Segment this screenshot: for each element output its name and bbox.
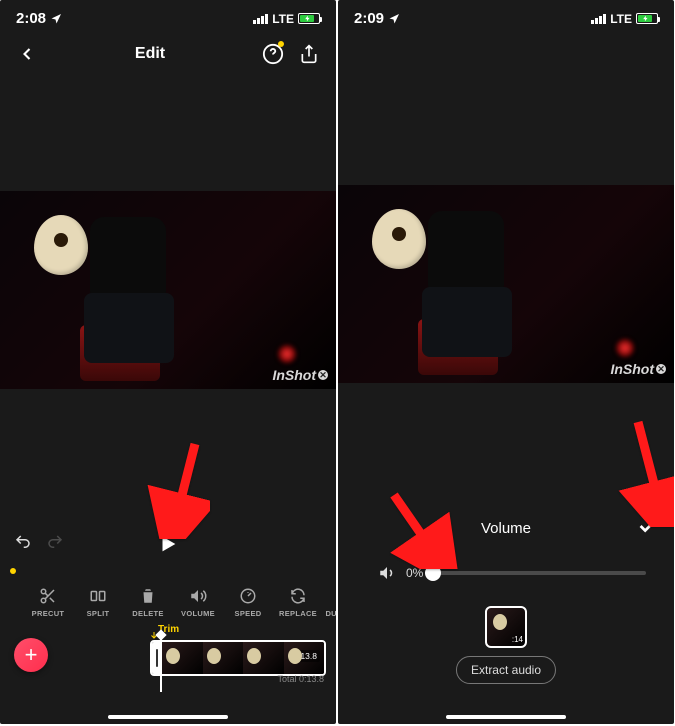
clip-thumbnail: :13.8	[284, 642, 325, 674]
watermark[interactable]: InShot✕	[272, 367, 328, 383]
battery-icon	[298, 13, 320, 24]
speaker-icon	[378, 564, 396, 582]
watermark[interactable]: InShot✕	[610, 361, 666, 377]
volume-row: 0%	[338, 564, 674, 582]
status-time: 2:09	[354, 10, 384, 27]
battery-icon	[636, 13, 658, 24]
clip[interactable]: :13.8	[150, 640, 326, 676]
video-canvas[interactable]: InShot✕	[0, 191, 336, 389]
volume-percent: 0%	[406, 566, 423, 580]
illustration-glow	[616, 339, 634, 357]
play-button[interactable]	[157, 533, 179, 560]
screen-edit: 2:08 LTE Edit InShot✕	[0, 0, 336, 724]
add-button[interactable]: +	[14, 638, 48, 672]
notification-dot	[10, 568, 16, 574]
clip-thumbnail	[243, 642, 284, 674]
tool-precut[interactable]: PRECUT	[26, 587, 70, 618]
tool-delete[interactable]: DELETE	[126, 587, 170, 618]
total-duration: Total 0:13.8	[277, 674, 324, 684]
status-bar: 2:08 LTE	[0, 0, 336, 35]
tool-split[interactable]: SPLIT	[76, 587, 120, 618]
location-icon	[388, 13, 400, 25]
annotation-arrow	[140, 439, 210, 544]
network-label: LTE	[272, 12, 294, 26]
clip-thumbnail	[162, 642, 203, 674]
clip-duration: :13.8	[295, 650, 320, 662]
notification-dot	[278, 41, 284, 47]
clip-preview-thumbnail[interactable]: :14	[485, 606, 527, 648]
tool-replace[interactable]: REPLACE	[276, 587, 320, 618]
clip-thumbnail	[203, 642, 244, 674]
close-icon[interactable]: ✕	[656, 364, 666, 374]
volume-header: Volume	[338, 510, 674, 546]
home-indicator[interactable]	[446, 715, 566, 719]
clip-preview-duration: :14	[512, 635, 523, 644]
illustration-glow	[278, 345, 296, 363]
video-canvas[interactable]: InShot✕	[338, 185, 674, 383]
tool-volume[interactable]: VOLUME	[176, 587, 220, 618]
illustration-person	[396, 201, 556, 371]
close-icon[interactable]: ✕	[318, 370, 328, 380]
top-bar: Edit	[0, 35, 336, 81]
extract-audio-button[interactable]: Extract audio	[456, 656, 556, 684]
status-bar: 2:09 LTE	[338, 0, 674, 35]
share-button[interactable]	[298, 43, 320, 65]
redo-button[interactable]	[46, 533, 64, 556]
status-time: 2:08	[16, 10, 46, 27]
tool-duplicate[interactable]: DUPLICATE	[326, 587, 336, 618]
network-label: LTE	[610, 12, 632, 26]
location-icon	[50, 13, 62, 25]
undo-redo-bar	[14, 533, 64, 556]
volume-title: Volume	[481, 520, 531, 537]
volume-slider[interactable]	[433, 571, 646, 575]
illustration-person	[58, 207, 218, 377]
slider-thumb[interactable]	[425, 565, 441, 581]
home-indicator[interactable]	[108, 715, 228, 719]
playhead[interactable]	[160, 634, 162, 692]
screen-volume: 2:09 LTE InShot✕ Volume 0% :14 Extrac	[338, 0, 674, 724]
tool-bar: PRECUT SPLIT DELETE VOLUME SPEED REPLACE…	[0, 579, 336, 626]
signal-icon	[591, 14, 606, 24]
back-button[interactable]	[16, 43, 38, 65]
tool-speed[interactable]: SPEED	[226, 587, 270, 618]
undo-button[interactable]	[14, 533, 32, 556]
illustration-guitar	[493, 614, 507, 630]
page-title: Edit	[38, 45, 262, 63]
signal-icon	[253, 14, 268, 24]
confirm-button[interactable]	[636, 515, 658, 542]
